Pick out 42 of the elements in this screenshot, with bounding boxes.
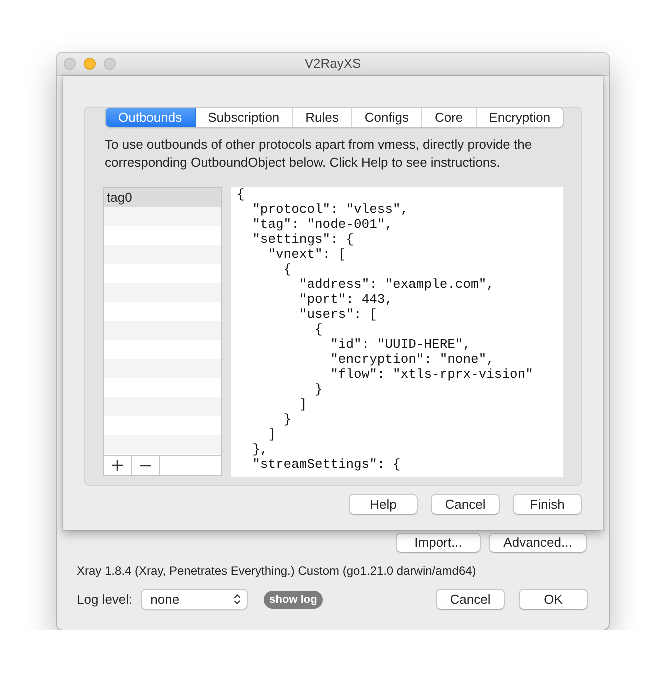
cancel-button[interactable]: Cancel bbox=[436, 589, 505, 610]
cancel-button[interactable]: Cancel bbox=[431, 494, 500, 515]
up-down-chevron-icon bbox=[234, 594, 241, 605]
code-line: "port": 443, bbox=[299, 292, 394, 307]
code-line: } bbox=[284, 412, 292, 427]
log-level-label: Log level: bbox=[77, 590, 133, 609]
code-line: "protocol": "vless", bbox=[252, 202, 409, 217]
tab[interactable]: Rules bbox=[293, 108, 352, 127]
code-line: } bbox=[315, 382, 323, 397]
list-item[interactable]: tag0 bbox=[104, 188, 221, 207]
ok-button[interactable]: OK bbox=[519, 589, 588, 610]
code-line: "tag": "node-001", bbox=[252, 217, 394, 232]
code-editor[interactable] bbox=[231, 187, 563, 477]
tab[interactable]: Encryption bbox=[476, 108, 564, 127]
code-line: { bbox=[315, 322, 323, 337]
show-log-button[interactable]: show log bbox=[264, 590, 324, 608]
minus-icon bbox=[140, 464, 151, 466]
plus-icon bbox=[112, 460, 123, 471]
code-line: "encryption": "none", bbox=[330, 352, 494, 367]
tab[interactable]: Core bbox=[422, 108, 477, 127]
code-line: { bbox=[237, 187, 245, 202]
help-button[interactable]: Help bbox=[349, 494, 418, 515]
code-line: "id": "UUID-HERE", bbox=[330, 337, 472, 352]
code-line: "address": "example.com", bbox=[299, 277, 494, 292]
window-title: V2RayXS bbox=[304, 56, 362, 72]
code-line: "streamSettings": { bbox=[252, 457, 401, 472]
code-line: "settings": { bbox=[252, 232, 354, 247]
code-line: "users": [ bbox=[299, 307, 378, 322]
tab[interactable]: Subscription bbox=[196, 108, 294, 127]
log-level-select[interactable]: none bbox=[140, 589, 248, 610]
code-line: ] bbox=[268, 427, 276, 442]
advanced-button[interactable]: Advanced... bbox=[489, 533, 587, 553]
tab[interactable]: Configs bbox=[352, 108, 422, 127]
instructions-text: To use outbounds of other protocols apart from vmess, directly provide the corresponding OutboundObject below. Click Help to see instructions. bbox=[105, 136, 534, 172]
code-line: }, bbox=[252, 442, 268, 457]
import-button[interactable]: Import... bbox=[396, 533, 481, 553]
finish-button[interactable]: Finish bbox=[513, 494, 582, 515]
version-text: Xray 1.8.4 (Xray, Penetrates Everything.) Custom (go1.21.0 darwin/amd64) bbox=[77, 563, 476, 579]
code-line: "vnext": [ bbox=[268, 247, 346, 262]
code-line: "flow": "xtls-rprx-vision" bbox=[330, 367, 534, 382]
code-line: ] bbox=[299, 397, 308, 412]
code-line: { bbox=[284, 262, 292, 277]
